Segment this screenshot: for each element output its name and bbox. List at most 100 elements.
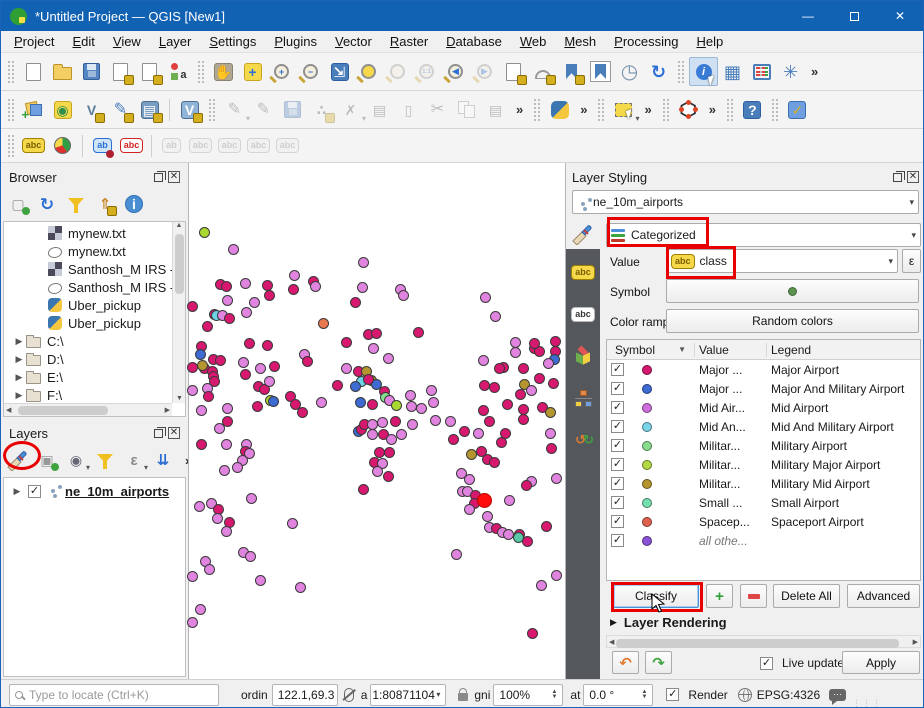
browser-properties-icon[interactable]: i <box>121 191 147 217</box>
category-legend[interactable]: Major Airport <box>767 363 843 377</box>
new-virtual-layer-icon[interactable]: V <box>175 95 204 124</box>
coordinate-input[interactable]: 122.1,69.3 <box>272 684 338 706</box>
toolbar-grip[interactable] <box>727 99 733 121</box>
python-console-icon[interactable] <box>545 95 574 124</box>
save-layer-edits-icon[interactable] <box>278 95 307 124</box>
menu-web[interactable]: Web <box>511 32 556 51</box>
styling-hscrollbar[interactable]: ◀▶ <box>606 635 921 648</box>
classify-button[interactable]: Classify <box>613 584 699 608</box>
new-spatialite-layer-icon[interactable]: ✎ <box>106 95 135 124</box>
statistical-summary-icon[interactable] <box>747 57 776 86</box>
category-legend[interactable]: Mid And Military Airport <box>767 420 898 434</box>
messages-icon[interactable]: ··· <box>829 689 846 701</box>
minimize-button[interactable]: — <box>785 1 831 31</box>
menu-layer[interactable]: Layer <box>150 32 201 51</box>
advanced-button[interactable]: Advanced <box>847 584 920 608</box>
category-value[interactable]: Mid Air... <box>695 401 767 415</box>
delete-all-button[interactable]: Delete All <box>773 584 840 608</box>
redo-style-button[interactable]: ↷ <box>645 651 672 674</box>
toolbar-grip[interactable] <box>598 99 604 121</box>
styling-layer-select[interactable]: ne_10m_airports ▾ <box>572 190 919 214</box>
show-spatial-bookmarks-icon[interactable] <box>586 57 615 86</box>
rotate-label-icon[interactable]: abc <box>244 131 273 160</box>
category-symbol-dot[interactable] <box>642 460 652 470</box>
browser-item-santhosh-m-irs-c[interactable]: Santhosh_M IRS - C <box>4 260 172 278</box>
pan-to-selection-icon[interactable]: + <box>238 57 267 86</box>
tree-expander-icon[interactable]: ▶ <box>12 372 26 383</box>
category-row[interactable]: ✓Spacep...Spaceport Airport <box>607 512 920 531</box>
category-checkbox[interactable]: ✓ <box>611 515 624 528</box>
new-mesh-layer-icon[interactable]: ▤ <box>135 95 164 124</box>
category-legend[interactable]: Military Airport <box>767 439 851 453</box>
category-checkbox[interactable]: ✓ <box>611 420 624 433</box>
category-checkbox[interactable]: ✓ <box>611 382 624 395</box>
browser-item-mynew-txt[interactable]: mynew.txt <box>4 242 172 260</box>
category-value[interactable]: Militar... <box>695 458 767 472</box>
category-row[interactable]: ✓Mid Air...Mid Airport <box>607 398 920 417</box>
browser-hscrollbar[interactable]: ◀▶ <box>4 403 172 416</box>
toolbar-grip[interactable] <box>772 99 778 121</box>
toolbar-grip[interactable] <box>198 61 204 83</box>
tab-symbology[interactable] <box>569 221 597 247</box>
menu-processing[interactable]: Processing <box>605 32 687 51</box>
save-project-icon[interactable] <box>77 57 106 86</box>
map-canvas[interactable] <box>188 163 566 679</box>
new-shapefile-layer-icon[interactable]: V <box>77 95 106 124</box>
zoom-in-icon[interactable]: + <box>267 57 296 86</box>
pin-unpin-labels-icon[interactable]: ab <box>157 131 186 160</box>
locate-input[interactable]: Type to locate (Ctrl+K) <box>9 684 219 706</box>
value-field-select[interactable]: abc class ▾ <box>666 249 898 273</box>
menu-mesh[interactable]: Mesh <box>555 32 605 51</box>
symbol-button[interactable] <box>666 279 919 303</box>
menu-raster[interactable]: Raster <box>381 32 437 51</box>
cut-features-icon[interactable]: ✂ <box>423 95 452 124</box>
menu-settings[interactable]: Settings <box>200 32 265 51</box>
category-legend[interactable]: Major And Military Airport <box>767 382 908 396</box>
crs-indicator[interactable]: EPSG:4326 <box>757 688 820 702</box>
zoom-native-icon[interactable]: 1:1 <box>412 57 441 86</box>
zoom-to-selection-icon[interactable] <box>383 57 412 86</box>
paste-features-icon[interactable]: ▤ <box>481 95 510 124</box>
expression-button[interactable]: ε <box>902 249 921 273</box>
category-value[interactable]: Major ... <box>695 363 767 377</box>
category-legend[interactable]: Small Airport <box>767 496 843 510</box>
toolbar-grip[interactable] <box>663 99 669 121</box>
category-checkbox[interactable]: ✓ <box>611 477 624 490</box>
filter-legend-icon[interactable] <box>92 447 118 473</box>
add-group-icon[interactable]: ▣ <box>34 447 60 473</box>
category-row[interactable]: ✓Militar...Military Major Airport <box>607 455 920 474</box>
category-row[interactable]: ✓Mid An...Mid And Military Airport <box>607 417 920 436</box>
shape-digitizing-icon[interactable] <box>674 95 703 124</box>
category-row[interactable]: ✓Major ...Major Airport <box>607 360 920 379</box>
styling-close-icon[interactable]: ✕ <box>907 171 919 183</box>
toolbar-grip[interactable] <box>8 99 14 121</box>
category-value[interactable]: all othe... <box>695 534 767 548</box>
layer-visibility-checkbox[interactable]: ✓ <box>28 485 41 498</box>
categories-header[interactable]: Symbol▼ Value Legend <box>607 340 920 360</box>
menu-plugins[interactable]: Plugins <box>265 32 326 51</box>
show-hide-labels-icon[interactable]: abc <box>186 131 215 160</box>
layers-float-icon[interactable] <box>154 429 163 438</box>
refresh-map-icon[interactable]: ↻ <box>644 57 673 86</box>
zoom-last-icon[interactable]: ◀ <box>441 57 470 86</box>
help-contents-icon[interactable]: ? <box>738 95 767 124</box>
add-selected-layers-icon[interactable]: ▢ <box>5 191 31 217</box>
toggle-editing-icon[interactable]: ✎ <box>249 95 278 124</box>
menu-help[interactable]: Help <box>687 32 732 51</box>
tree-expander-icon[interactable]: ▶ <box>12 390 26 401</box>
check-geometries-icon[interactable]: ✓ <box>783 95 812 124</box>
category-symbol-dot[interactable] <box>642 403 652 413</box>
tab-labels[interactable]: abc <box>569 259 597 285</box>
tab-history[interactable]: ↺↻ <box>569 427 597 453</box>
zoom-to-layer-icon[interactable] <box>354 57 383 86</box>
open-project-icon[interactable] <box>48 57 77 86</box>
live-update-checkbox[interactable]: ✓ Live update <box>756 656 844 670</box>
zoom-full-extent-icon[interactable]: ⇲ <box>325 57 354 86</box>
refresh-browser-icon[interactable]: ↻ <box>34 191 60 217</box>
browser-item-c-[interactable]: ▶C:\ <box>4 332 172 350</box>
undo-style-button[interactable]: ↶ <box>612 651 639 674</box>
layer-diagram-icon[interactable] <box>48 131 77 160</box>
category-row[interactable]: ✓Militar...Military Mid Airport <box>607 474 920 493</box>
category-row[interactable]: ✓all othe... <box>607 531 920 550</box>
category-value[interactable]: Major ... <box>695 382 767 396</box>
